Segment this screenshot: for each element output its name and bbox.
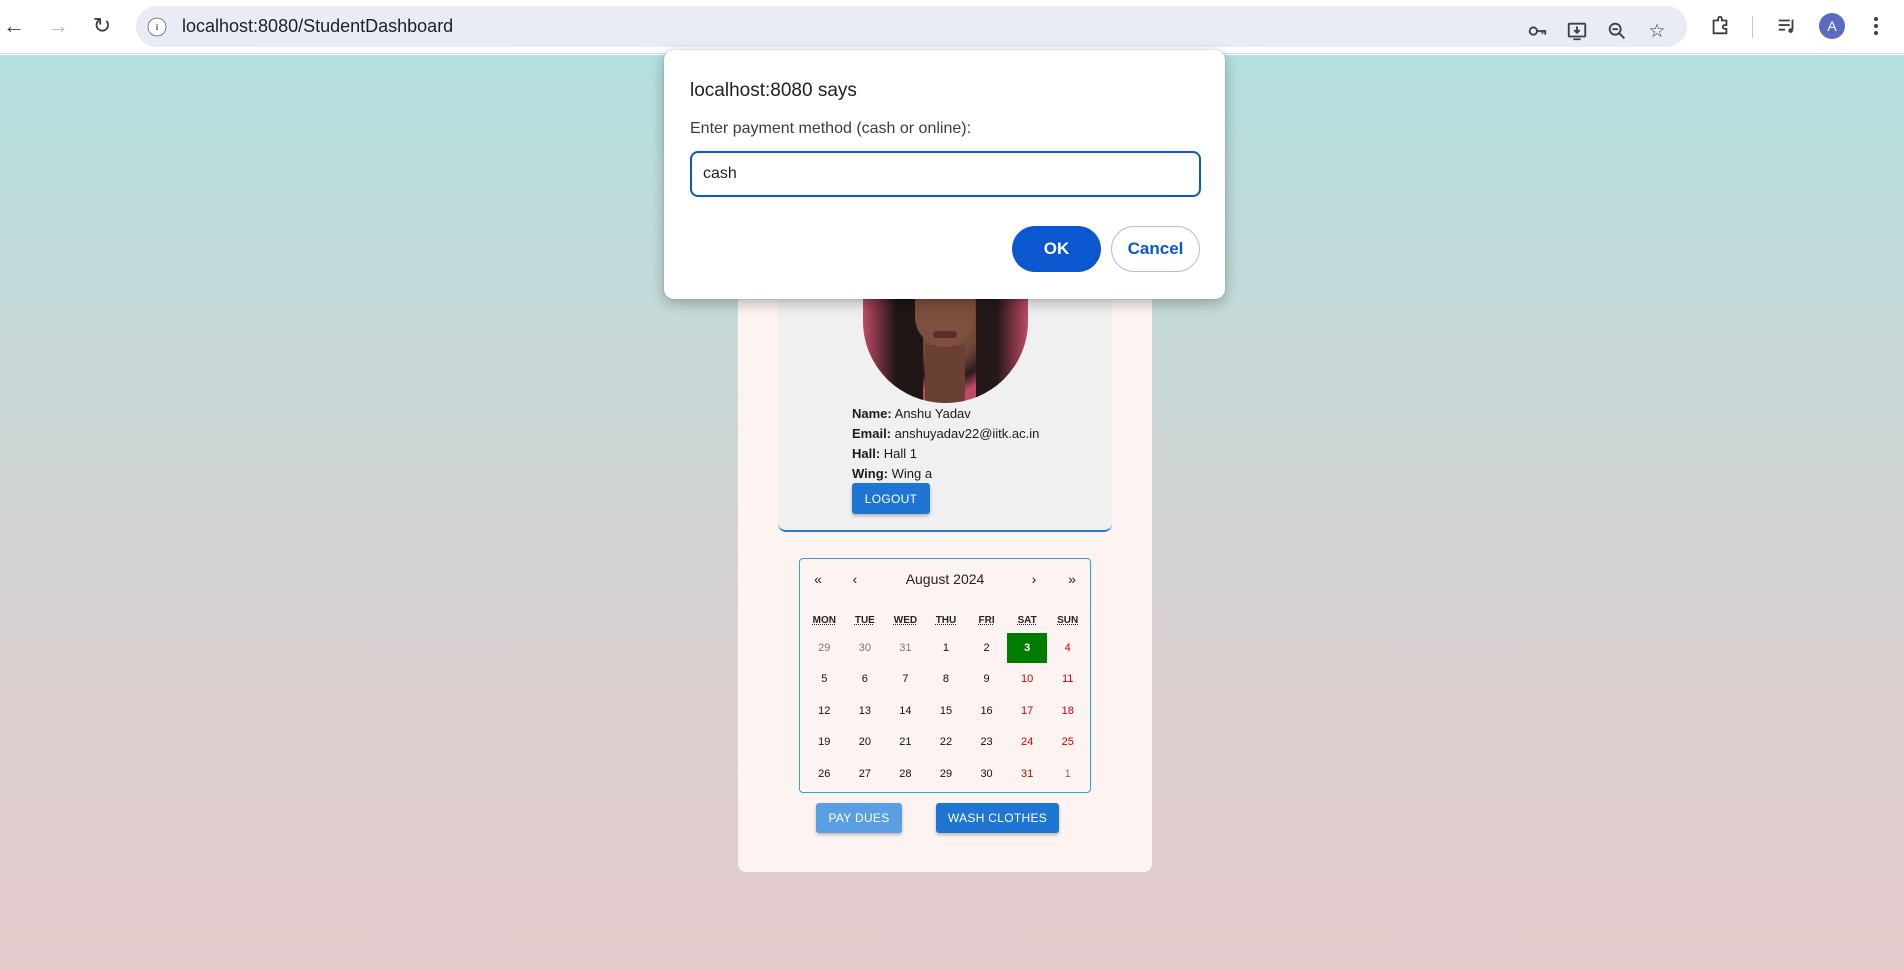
- calendar-day[interactable]: 14: [885, 695, 926, 727]
- url-text[interactable]: localhost:8080/StudentDashboard: [182, 16, 453, 37]
- calendar-day[interactable]: 28: [885, 758, 926, 790]
- calendar-day[interactable]: 5: [804, 664, 845, 696]
- weekday-header: THU: [935, 614, 957, 626]
- calendar-day[interactable]: 13: [845, 695, 886, 727]
- wash-clothes-button[interactable]: WASH CLOTHES: [936, 803, 1059, 833]
- wing-label: Wing:: [852, 466, 888, 481]
- logout-button[interactable]: LOGOUT: [852, 483, 930, 514]
- prev-month-button[interactable]: ‹: [845, 567, 865, 591]
- name-label: Name:: [852, 406, 892, 421]
- chrome-menu-icon[interactable]: [1866, 12, 1886, 40]
- calendar-day[interactable]: 31: [885, 632, 926, 664]
- calendar-weekday-header: MON TUE WED THU FRI SAT SUN: [804, 611, 1088, 629]
- calendar-day[interactable]: 1: [1047, 758, 1088, 790]
- calendar-day[interactable]: 7: [885, 664, 926, 696]
- calendar-day[interactable]: 22: [926, 727, 967, 759]
- calendar-title: August 2024: [905, 571, 985, 587]
- profile-wing: Wing: Wing a: [852, 466, 932, 481]
- arrow-right-icon: →: [47, 13, 69, 38]
- reload-icon: ↻: [92, 13, 112, 38]
- calendar-day[interactable]: 19: [804, 727, 845, 759]
- zoom-icon[interactable]: [1604, 18, 1630, 44]
- calendar-day[interactable]: 23: [966, 727, 1007, 759]
- calendar-day[interactable]: 25: [1047, 727, 1088, 759]
- pay-dues-button[interactable]: PAY DUES: [816, 803, 902, 833]
- weekday-header: TUE: [854, 614, 875, 626]
- profile-name: Name: Anshu Yadav: [852, 406, 971, 421]
- extensions-icon[interactable]: [1707, 13, 1733, 39]
- calendar-day[interactable]: 15: [926, 695, 967, 727]
- calendar-day-today[interactable]: 3: [1006, 633, 1048, 663]
- calendar-day[interactable]: 11: [1047, 664, 1088, 696]
- arrow-left-icon: ←: [3, 13, 25, 38]
- calendar-day[interactable]: 21: [885, 727, 926, 759]
- calendar-day[interactable]: 30: [845, 632, 886, 664]
- email-label: Email:: [852, 426, 892, 441]
- calendar-month-title[interactable]: August 2024: [880, 567, 1010, 591]
- calendar-day[interactable]: 9: [966, 664, 1007, 696]
- forward-button[interactable]: →: [44, 10, 72, 42]
- address-bar[interactable]: i localhost:8080/StudentDashboard ☆: [136, 6, 1687, 47]
- profile-avatar[interactable]: A: [1819, 13, 1845, 39]
- dialog-title: localhost:8080 says: [690, 80, 857, 101]
- next-month-button[interactable]: ›: [1024, 567, 1044, 591]
- profile-hall: Hall: Hall 1: [852, 446, 917, 461]
- weekday-header: WED: [893, 614, 918, 626]
- calendar: « ‹ August 2024 › » MON TUE WED THU FRI SAT SU…: [799, 558, 1091, 793]
- browser-toolbar: ← → ↻ i localhost:8080/StudentDashboard …: [0, 0, 1904, 54]
- weekday-header: MON: [812, 614, 836, 626]
- profile-email: Email: anshuyadav22@iitk.ac.in: [852, 426, 1039, 441]
- calendar-day[interactable]: 6: [845, 664, 886, 696]
- password-key-icon[interactable]: [1524, 18, 1550, 44]
- weekday-header: FRI: [978, 614, 995, 626]
- install-app-icon[interactable]: [1564, 18, 1590, 44]
- reload-button[interactable]: ↻: [88, 10, 116, 42]
- hall-value: Hall 1: [883, 446, 918, 461]
- weekday-header: SAT: [1017, 614, 1037, 626]
- email-value: anshuyadav22@iitk.ac.in: [894, 426, 1040, 441]
- calendar-day[interactable]: 2: [966, 632, 1007, 664]
- media-controls-icon[interactable]: [1774, 13, 1800, 39]
- calendar-day[interactable]: 4: [1047, 632, 1088, 664]
- calendar-day[interactable]: 20: [845, 727, 886, 759]
- site-info-icon[interactable]: i: [147, 17, 167, 36]
- weekday-header: SUN: [1057, 614, 1079, 626]
- next-year-button[interactable]: »: [1062, 567, 1082, 591]
- calendar-day[interactable]: 31: [1007, 758, 1048, 790]
- calendar-day[interactable]: 29: [926, 758, 967, 790]
- wing-value: Wing a: [891, 466, 933, 481]
- calendar-day[interactable]: 1: [926, 632, 967, 664]
- calendar-day[interactable]: 12: [804, 695, 845, 727]
- calendar-day[interactable]: 30: [966, 758, 1007, 790]
- ok-button[interactable]: OK: [1012, 226, 1101, 272]
- calendar-day[interactable]: 24: [1007, 727, 1048, 759]
- prev-year-button[interactable]: «: [808, 567, 828, 591]
- name-value: Anshu Yadav: [894, 406, 971, 421]
- prompt-dialog: localhost:8080 says Enter payment method…: [664, 50, 1225, 299]
- calendar-day[interactable]: 8: [926, 664, 967, 696]
- calendar-day[interactable]: 26: [804, 758, 845, 790]
- calendar-day[interactable]: 29: [804, 632, 845, 664]
- calendar-days: 29 30 31 1 2 3 4 5 6 7 8 9 10 11 12 13 14 15 16 17 18 19 20 21 2…: [804, 632, 1088, 790]
- toolbar-divider: [1752, 16, 1753, 38]
- calendar-day[interactable]: 27: [845, 758, 886, 790]
- cancel-button[interactable]: Cancel: [1111, 226, 1200, 272]
- calendar-day[interactable]: 10: [1007, 664, 1048, 696]
- back-button[interactable]: ←: [0, 10, 28, 42]
- calendar-day[interactable]: 17: [1007, 695, 1048, 727]
- payment-method-input[interactable]: [690, 151, 1201, 197]
- hall-label: Hall:: [852, 446, 881, 461]
- bookmark-star-icon[interactable]: ☆: [1644, 18, 1670, 44]
- dialog-message: Enter payment method (cash or online):: [690, 120, 972, 137]
- calendar-day[interactable]: 16: [966, 695, 1007, 727]
- calendar-day[interactable]: 18: [1047, 695, 1088, 727]
